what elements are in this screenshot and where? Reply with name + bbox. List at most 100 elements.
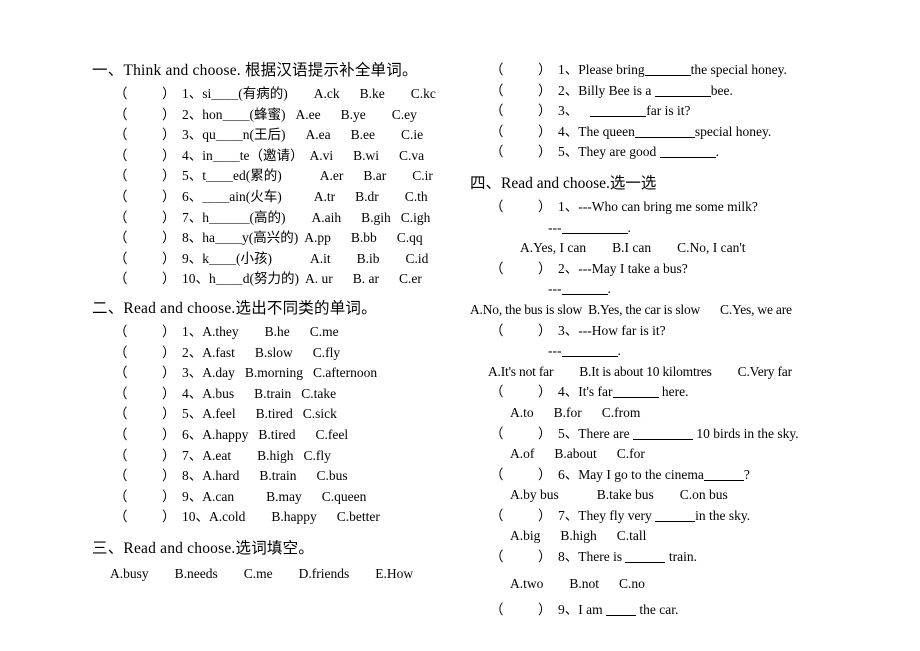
option-a[interactable]: A.it [310, 251, 331, 266]
option-b[interactable]: B.It is about 10 kilomtres [579, 364, 712, 379]
word-bank-c[interactable]: C.me [244, 566, 273, 581]
option-c[interactable]: C.ey [392, 107, 417, 122]
fill-blank[interactable] [659, 144, 716, 159]
answer-bracket[interactable]: （） [114, 406, 176, 421]
option-c[interactable]: C.ir [412, 168, 433, 183]
option-c[interactable]: C.er [399, 271, 422, 286]
option-c[interactable]: C.kc [411, 86, 436, 101]
option-b[interactable]: B.ke [360, 86, 385, 101]
answer-bracket[interactable]: （） [114, 107, 176, 122]
option-a[interactable]: A.ee [296, 107, 321, 122]
answer-bracket[interactable]: （） [490, 323, 552, 338]
option-c[interactable]: C.fly [304, 448, 331, 463]
answer-bracket[interactable]: （） [114, 210, 176, 225]
option-c[interactable]: C.take [301, 386, 336, 401]
option-b[interactable]: B.take bus [597, 487, 654, 502]
option-c[interactable]: C.va [399, 148, 424, 163]
option-c[interactable]: C.No, I can't [677, 240, 745, 255]
option-a[interactable]: A.ck [314, 86, 340, 101]
answer-bracket[interactable]: （） [490, 199, 552, 214]
fill-blank[interactable] [634, 124, 695, 138]
answer-bracket[interactable]: （） [114, 448, 176, 463]
option-c[interactable]: C.no [619, 576, 645, 591]
option-b[interactable]: B.bb [351, 230, 377, 245]
option-b[interactable]: B.about [554, 446, 596, 461]
option-a[interactable]: A.pp [304, 230, 331, 245]
option-a[interactable]: A.two [510, 576, 543, 591]
answer-bracket[interactable]: （） [114, 509, 176, 524]
option-a[interactable]: A.tr [314, 189, 335, 204]
answer-bracket[interactable]: （） [114, 168, 176, 183]
answer-bracket[interactable]: （） [114, 324, 176, 339]
option-a[interactable]: A. ur [305, 271, 333, 286]
option-b[interactable]: B.Yes, the car is slow [588, 302, 700, 317]
answer-bracket[interactable]: （） [490, 83, 552, 98]
answer-bracket[interactable]: （） [490, 602, 552, 617]
answer-bracket[interactable]: （） [114, 127, 176, 142]
option-a[interactable]: A.eat [202, 448, 231, 463]
option-a[interactable]: A.Yes, I can [520, 240, 586, 255]
option-b[interactable]: B.slow [255, 345, 293, 360]
fill-blank[interactable] [632, 426, 693, 440]
option-c[interactable]: C.feel [316, 427, 349, 442]
option-a[interactable]: A.happy [202, 427, 248, 442]
option-b[interactable]: B.tired [256, 406, 293, 421]
answer-bracket[interactable]: （） [490, 508, 552, 523]
option-b[interactable]: B.I can [612, 240, 651, 255]
fill-blank[interactable] [561, 281, 608, 296]
fill-blank[interactable] [612, 384, 659, 399]
fill-blank[interactable] [625, 549, 666, 564]
option-b[interactable]: B.high [560, 528, 596, 543]
option-c[interactable]: C.queen [322, 489, 367, 504]
option-c[interactable]: C.better [337, 509, 380, 524]
fill-blank[interactable] [561, 220, 628, 234]
option-c[interactable]: C.th [405, 189, 428, 204]
option-a[interactable]: A.day [202, 365, 235, 380]
word-bank-b[interactable]: B.needs [175, 566, 218, 581]
option-c[interactable]: C.qq [397, 230, 423, 245]
option-a[interactable]: A.by bus [510, 487, 559, 502]
fill-blank[interactable] [703, 467, 744, 481]
option-b[interactable]: B.gih [361, 210, 391, 225]
answer-bracket[interactable]: （） [114, 365, 176, 380]
option-a[interactable]: A.er [320, 168, 344, 183]
answer-bracket[interactable]: （） [490, 426, 552, 441]
option-c[interactable]: C.from [602, 405, 641, 420]
answer-bracket[interactable]: （） [114, 148, 176, 163]
answer-bracket[interactable]: （） [114, 86, 176, 101]
answer-bracket[interactable]: （） [114, 230, 176, 245]
fill-blank[interactable] [654, 83, 711, 97]
answer-bracket[interactable]: （） [490, 261, 552, 276]
option-c[interactable]: C.afternoon [313, 365, 377, 380]
option-a[interactable]: A.bus [202, 386, 234, 401]
option-c[interactable]: C.fly [313, 345, 340, 360]
option-a[interactable]: A.of [510, 446, 534, 461]
option-a[interactable]: A.to [510, 405, 534, 420]
word-bank-a[interactable]: A.busy [110, 566, 149, 581]
option-a[interactable]: A.No, the bus is slow [470, 302, 582, 317]
option-a[interactable]: A.big [510, 528, 540, 543]
option-a[interactable]: A.they [202, 324, 238, 339]
option-c[interactable]: C.tall [617, 528, 647, 543]
option-b[interactable]: B. ar [353, 271, 379, 286]
option-b[interactable]: B.dr [355, 189, 379, 204]
option-c[interactable]: C.on bus [680, 487, 728, 502]
answer-bracket[interactable]: （） [490, 549, 552, 564]
option-a[interactable]: A.vi [310, 148, 334, 163]
option-b[interactable]: B.high [257, 448, 293, 463]
answer-bracket[interactable]: （） [114, 489, 176, 504]
option-b[interactable]: B.he [265, 324, 290, 339]
answer-bracket[interactable]: （） [490, 467, 552, 482]
option-b[interactable]: B.ar [363, 168, 386, 183]
fill-blank[interactable] [606, 602, 636, 617]
fill-blank[interactable] [590, 103, 647, 118]
option-a[interactable]: A.hard [202, 468, 239, 483]
answer-bracket[interactable]: （） [114, 189, 176, 204]
option-c[interactable]: C.ie [401, 127, 423, 142]
option-b[interactable]: B.ib [357, 251, 380, 266]
answer-bracket[interactable]: （） [490, 144, 552, 159]
word-bank-d[interactable]: D.friends [299, 566, 350, 581]
option-b[interactable]: B.for [554, 405, 582, 420]
option-b[interactable]: B.tired [258, 427, 295, 442]
answer-bracket[interactable]: （） [490, 124, 552, 139]
